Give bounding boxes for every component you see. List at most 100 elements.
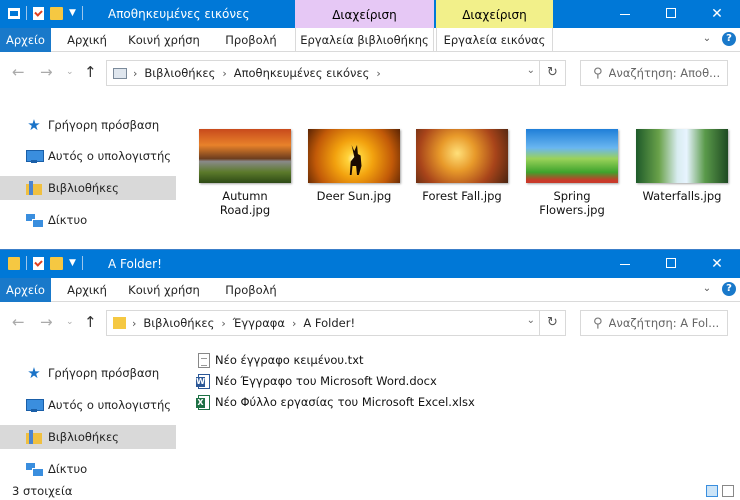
tab-file[interactable]: Αρχείο: [0, 28, 51, 52]
properties-icon[interactable]: [8, 7, 20, 19]
tab-picture-tools[interactable]: Εργαλεία εικόνας: [436, 28, 553, 52]
tab-home[interactable]: Αρχική: [58, 278, 116, 302]
chevron-right-icon: ›: [376, 66, 381, 80]
spring-flowers-thumbnail: [526, 129, 618, 183]
tab-library-tools[interactable]: Εργαλεία βιβλιοθήκης: [295, 28, 434, 52]
view-switcher: [706, 485, 734, 497]
recent-locations-dropdown-icon[interactable]: ⌄: [66, 317, 74, 327]
details-view-icon[interactable]: [706, 485, 718, 497]
help-icon[interactable]: ?: [722, 282, 736, 296]
minimize-icon: [620, 263, 630, 265]
thumbnail-label: Autumn Road.jpg: [197, 189, 293, 217]
breadcrumb-documents[interactable]: Έγγραφα: [233, 316, 285, 330]
help-icon[interactable]: ?: [722, 32, 736, 46]
breadcrumb: › Βιβλιοθήκες › Αποθηκευμένες εικόνες ›: [107, 61, 388, 85]
forward-arrow-icon[interactable]: →: [40, 63, 53, 81]
thumbnail-item[interactable]: Spring Flowers.jpg: [524, 129, 620, 217]
navigation-bar: ← → ⌄ ↑ › Βιβλιοθήκες › Έγγραφα › A Fold…: [0, 303, 740, 345]
deer-sun-thumbnail: [308, 129, 400, 183]
breadcrumb: › Βιβλιοθήκες › Έγγραφα › A Folder!: [107, 311, 355, 335]
window-controls: ✕: [602, 0, 740, 28]
thumbnail-item[interactable]: Forest Fall.jpg: [414, 129, 510, 203]
address-bar[interactable]: › Βιβλιοθήκες › Έγγραφα › A Folder! ↻ ⌄: [106, 310, 566, 336]
computer-icon: [26, 398, 44, 412]
thumbnail-item[interactable]: Deer Sun.jpg: [306, 129, 402, 203]
nav-libraries[interactable]: Βιβλιοθήκες: [0, 425, 176, 449]
explorer-window-folder: ▼ A Folder! ✕ Αρχείο Αρχική Κοινή χρήση …: [0, 249, 740, 500]
ribbon-right-controls: ⌄ ?: [700, 282, 736, 296]
expand-ribbon-icon[interactable]: ⌄: [700, 32, 714, 46]
customize-toolbar-dropdown-icon[interactable]: ▼: [69, 8, 76, 18]
maximize-button[interactable]: [648, 250, 694, 278]
search-input[interactable]: Αναζήτηση: Αποθ...: [609, 66, 721, 80]
search-box[interactable]: ⚲ Αναζήτηση: Αποθ...: [580, 60, 728, 86]
up-arrow-icon[interactable]: ↑: [84, 313, 97, 331]
maximize-button[interactable]: [648, 0, 694, 28]
title-bar[interactable]: ▼ Αποθηκευμένες εικόνες Διαχείριση Διαχε…: [0, 0, 740, 28]
nav-network[interactable]: Δίκτυο: [0, 457, 176, 481]
forward-arrow-icon[interactable]: →: [40, 313, 53, 331]
nav-network[interactable]: Δίκτυο: [0, 208, 176, 232]
tab-share[interactable]: Κοινή χρήση: [118, 278, 210, 302]
search-box[interactable]: ⚲ Αναζήτηση: A Fol...: [580, 310, 728, 336]
customize-toolbar-dropdown-icon[interactable]: ▼: [69, 258, 76, 268]
breadcrumb-a-folder[interactable]: A Folder!: [303, 316, 355, 330]
toolbar-separator: [81, 256, 83, 270]
breadcrumb-libraries[interactable]: Βιβλιοθήκες: [144, 66, 215, 80]
tab-home[interactable]: Αρχική: [58, 28, 116, 52]
title-bar[interactable]: ▼ A Folder! ✕: [0, 250, 740, 278]
refresh-button[interactable]: ↻: [539, 61, 565, 85]
thumbnail-label-line: Road.jpg: [219, 203, 271, 217]
address-bar[interactable]: › Βιβλιοθήκες › Αποθηκευμένες εικόνες › …: [106, 60, 566, 86]
list-item[interactable]: Νέο έγγραφο κειμένου.txt: [198, 350, 364, 370]
tab-view[interactable]: Προβολή: [216, 28, 286, 52]
minimize-button[interactable]: [602, 0, 648, 28]
tab-view[interactable]: Προβολή: [216, 278, 286, 302]
checkbox-icon[interactable]: [33, 6, 44, 20]
thumbnail-item[interactable]: Waterfalls.jpg: [634, 129, 730, 203]
library-pictures-icon: [113, 67, 127, 79]
checkbox-icon[interactable]: [33, 256, 44, 270]
list-item[interactable]: Νέο Φύλλο εργασίας του Microsoft Excel.x…: [196, 392, 475, 412]
address-dropdown-icon[interactable]: ⌄: [527, 65, 535, 76]
search-icon: ⚲: [593, 315, 603, 331]
nav-this-pc[interactable]: Αυτός ο υπολογιστής: [0, 144, 176, 168]
file-name: Νέο έγγραφο κειμένου.txt: [215, 353, 364, 367]
libraries-icon: [26, 430, 42, 444]
maximize-icon: [666, 8, 676, 18]
large-icons-view-icon[interactable]: [722, 485, 734, 497]
new-folder-icon[interactable]: [50, 6, 63, 20]
computer-icon: [26, 149, 44, 163]
ribbon-tabs: Αρχείο Αρχική Κοινή χρήση Προβολή ⌄ ?: [0, 278, 740, 302]
breadcrumb-libraries[interactable]: Βιβλιοθήκες: [143, 316, 214, 330]
nav-quick-access[interactable]: ★ Γρήγορη πρόσβαση: [0, 113, 176, 137]
nav-label: Δίκτυο: [48, 462, 88, 476]
nav-libraries[interactable]: Βιβλιοθήκες: [0, 176, 176, 200]
refresh-button[interactable]: ↻: [539, 311, 565, 335]
thumbnail-label-line: Autumn: [222, 189, 268, 203]
new-folder-icon[interactable]: [50, 256, 63, 270]
nav-this-pc[interactable]: Αυτός ο υπολογιστής: [0, 393, 176, 417]
list-item[interactable]: Νέο Έγγραφο του Microsoft Word.docx: [196, 371, 437, 391]
breadcrumb-saved-pictures[interactable]: Αποθηκευμένες εικόνες: [234, 66, 370, 80]
excel-file-icon: [196, 394, 210, 410]
context-tab-header-library: Διαχείριση: [295, 0, 434, 28]
back-arrow-icon[interactable]: ←: [12, 63, 25, 81]
window-controls: ✕: [602, 250, 740, 278]
chevron-right-icon: ›: [222, 66, 227, 80]
search-input[interactable]: Αναζήτηση: A Fol...: [609, 316, 720, 330]
tab-share[interactable]: Κοινή χρήση: [118, 28, 210, 52]
address-dropdown-icon[interactable]: ⌄: [527, 315, 535, 326]
nav-quick-access[interactable]: ★ Γρήγορη πρόσβαση: [0, 361, 176, 385]
folder-icon: [113, 317, 126, 329]
up-arrow-icon[interactable]: ↑: [84, 63, 97, 81]
minimize-button[interactable]: [602, 250, 648, 278]
thumbnail-item[interactable]: Autumn Road.jpg: [197, 129, 293, 217]
nav-label: Γρήγορη πρόσβαση: [48, 366, 160, 380]
expand-ribbon-icon[interactable]: ⌄: [700, 282, 714, 296]
back-arrow-icon[interactable]: ←: [12, 313, 25, 331]
close-button[interactable]: ✕: [694, 250, 740, 278]
close-button[interactable]: ✕: [694, 0, 740, 28]
tab-file[interactable]: Αρχείο: [0, 278, 51, 302]
recent-locations-dropdown-icon[interactable]: ⌄: [66, 67, 74, 77]
